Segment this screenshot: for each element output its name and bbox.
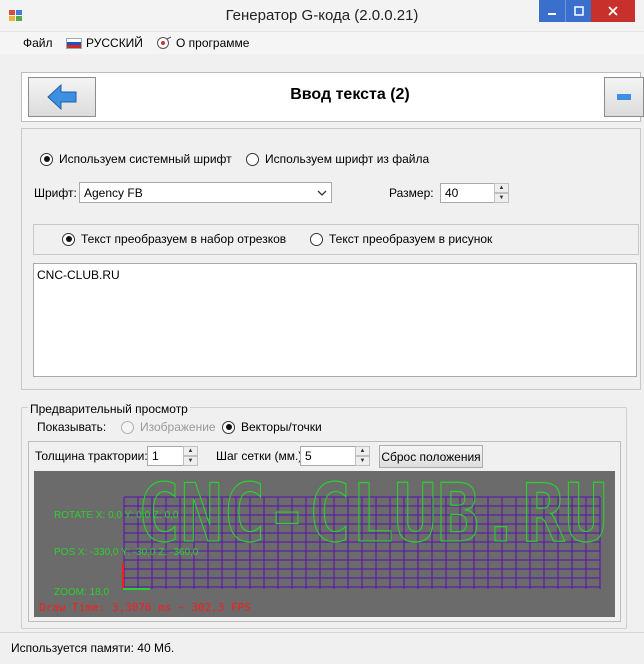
back-arrow-icon bbox=[47, 83, 77, 111]
font-select[interactable]: Agency FB bbox=[79, 182, 332, 203]
position-readout: POS X: -330,0 Y: -30,0 Z: -360,0 bbox=[54, 547, 199, 558]
segments-radio[interactable] bbox=[62, 232, 75, 246]
file-font-option[interactable]: Используем шрифт из файла bbox=[246, 152, 429, 166]
picture-option[interactable]: Текст преобразуем в рисунок bbox=[310, 232, 492, 246]
font-label: Шрифт: bbox=[34, 186, 77, 200]
stepper-down-icon[interactable]: ▼ bbox=[494, 193, 509, 203]
image-option[interactable]: Изображение bbox=[121, 420, 216, 434]
about-icon bbox=[156, 36, 172, 50]
image-option-label: Изображение bbox=[140, 420, 216, 434]
stepper-up-icon[interactable]: ▲ bbox=[355, 446, 370, 456]
vectors-option-label: Векторы/точки bbox=[241, 420, 322, 434]
file-font-radio[interactable] bbox=[246, 152, 259, 166]
preview-canvas[interactable]: CNC-CLUB.RU ROTATE X: 0,0 Y: 0,0 Z: 0,0 … bbox=[34, 471, 615, 617]
menu-about-label: О программе bbox=[176, 36, 250, 50]
menu-file[interactable]: Файл bbox=[23, 36, 53, 50]
minimize-icon[interactable] bbox=[539, 0, 565, 22]
menu-language-label: РУССКИЙ bbox=[86, 36, 143, 50]
segments-label: Текст преобразуем в набор отрезков bbox=[81, 232, 287, 246]
show-label: Показывать: bbox=[37, 420, 107, 434]
next-button[interactable] bbox=[604, 77, 644, 117]
size-input[interactable]: 40 bbox=[440, 183, 495, 203]
preview-legend: Предварительный просмотр bbox=[28, 402, 190, 416]
system-font-label: Используем системный шрифт bbox=[59, 152, 232, 166]
file-font-label: Используем шрифт из файла bbox=[265, 152, 430, 166]
text-input[interactable]: CNC-CLUB.RU bbox=[33, 263, 637, 377]
vectors-option[interactable]: Векторы/точки bbox=[222, 420, 322, 434]
menu-about[interactable]: О программе bbox=[156, 36, 249, 50]
grid-step-label: Шаг сетки (мм.): bbox=[216, 449, 306, 463]
menu-file-label: Файл bbox=[23, 36, 53, 50]
size-stepper[interactable]: ▲ ▼ bbox=[494, 183, 509, 203]
memory-usage: Используется памяти: 40 Мб. bbox=[11, 641, 175, 655]
size-label: Размер: bbox=[389, 186, 434, 200]
stepper-up-icon[interactable]: ▲ bbox=[494, 183, 509, 193]
close-icon[interactable] bbox=[591, 0, 635, 22]
back-button[interactable] bbox=[28, 77, 96, 117]
chevron-down-icon[interactable] bbox=[312, 183, 331, 202]
stepper-up-icon[interactable]: ▲ bbox=[183, 446, 198, 456]
stepper-down-icon[interactable]: ▼ bbox=[355, 456, 370, 466]
forward-arrow-icon bbox=[617, 94, 631, 100]
preview-text-outline: CNC-CLUB.RU bbox=[138, 471, 608, 560]
grid-step-input[interactable]: 5 bbox=[300, 446, 356, 466]
system-font-radio[interactable] bbox=[40, 152, 53, 166]
thickness-label: Толщина трактории: bbox=[35, 449, 148, 463]
stepper-down-icon[interactable]: ▼ bbox=[183, 456, 198, 466]
page-title: Ввод текста (2) bbox=[290, 86, 410, 103]
menu-language[interactable]: РУССКИЙ bbox=[66, 36, 143, 50]
reset-position-button[interactable]: Сброс положения bbox=[379, 445, 483, 468]
grid-step-stepper[interactable]: ▲ ▼ bbox=[355, 446, 370, 466]
picture-label: Текст преобразуем в рисунок bbox=[329, 232, 493, 246]
picture-radio[interactable] bbox=[310, 232, 323, 246]
maximize-icon[interactable] bbox=[565, 0, 591, 22]
zoom-readout: ZOOM: 18,0 bbox=[54, 587, 109, 598]
russia-flag-icon bbox=[66, 37, 82, 49]
thickness-input[interactable]: 1 bbox=[147, 446, 185, 466]
image-radio[interactable] bbox=[121, 420, 134, 434]
system-font-option[interactable]: Используем системный шрифт bbox=[40, 152, 232, 166]
rotate-readout: ROTATE X: 0,0 Y: 0,0 Z: 0,0 bbox=[54, 510, 179, 521]
segments-option[interactable]: Текст преобразуем в набор отрезков bbox=[62, 232, 286, 246]
vectors-radio[interactable] bbox=[222, 420, 235, 434]
draw-time-readout: Draw Time: 3,3076 ms ~ 302,3 FPS bbox=[39, 601, 251, 614]
thickness-stepper[interactable]: ▲ ▼ bbox=[183, 446, 198, 466]
